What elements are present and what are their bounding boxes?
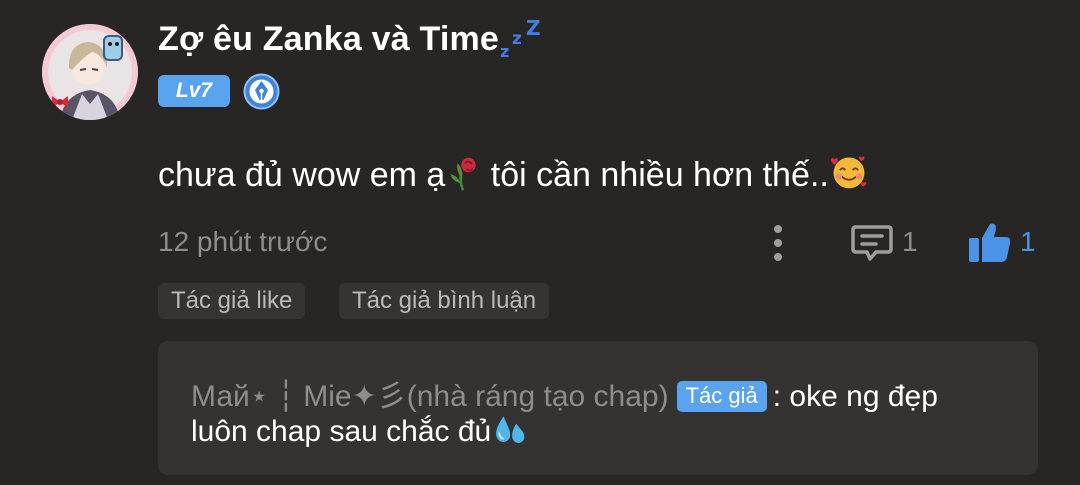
sweat-droplets-emoji xyxy=(491,411,527,455)
reply-text-line1: : oke ng đẹp xyxy=(772,380,938,413)
reply-comment-icon[interactable] xyxy=(850,223,894,263)
reply-box[interactable]: Май⋆ ┆ Mie✦彡(nhà ráng tạo chap) Tác giả: … xyxy=(158,341,1038,475)
reply-count: 1 xyxy=(902,226,918,257)
thumbs-up-icon[interactable] xyxy=(966,220,1012,264)
anime-avatar-icon xyxy=(42,24,138,120)
author-commented-tag: Tác giả bình luận xyxy=(339,283,550,319)
comment-text: chưa đủ wow em ạ tôi cần nhiều hơn thế.. xyxy=(158,152,869,201)
avatar[interactable] xyxy=(42,24,138,120)
reply-author-name[interactable]: Май⋆ ┆ Mie✦彡(nhà ráng tạo chap) xyxy=(191,380,669,413)
author-badge: Tác giả xyxy=(676,381,767,412)
reply-text-line2: luôn chap sau chắc đủ xyxy=(191,411,527,455)
author-liked-tag: Tác giả like xyxy=(158,283,306,319)
reply-line: Май⋆ ┆ Mie✦彡(nhà ráng tạo chap) Tác giả: … xyxy=(191,371,938,415)
smiling-face-with-hearts-emoji xyxy=(829,152,869,201)
like-count: 1 xyxy=(1020,226,1036,257)
pen-nib-badge-icon xyxy=(243,73,280,110)
username[interactable]: Zợ êu Zanka và Time xyxy=(158,20,499,59)
level-badge: Lv7 xyxy=(158,75,230,107)
wilted-rose-emoji xyxy=(445,156,481,201)
more-options-icon[interactable] xyxy=(770,222,786,264)
timestamp: 12 phút trước xyxy=(158,226,328,257)
